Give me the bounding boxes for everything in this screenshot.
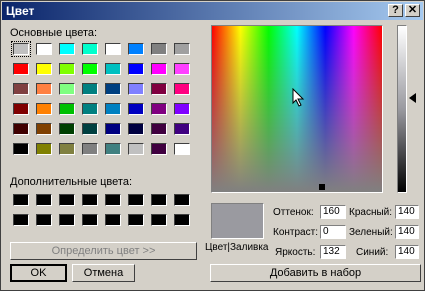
help-button[interactable]: ? [388,4,403,17]
basic-color-swatch[interactable] [128,83,144,95]
custom-color-swatch[interactable] [151,214,167,226]
title-bar: Цвет ? ✕ [2,2,423,20]
custom-color-swatch[interactable] [105,214,121,226]
basic-color-swatch[interactable] [105,43,121,55]
basic-color-swatch[interactable] [128,143,144,155]
color-spectrum[interactable] [211,25,383,193]
saturation-field[interactable]: 0 [320,225,346,239]
spectrum-saturation-gradient [212,26,382,192]
basic-color-swatch[interactable] [36,43,52,55]
custom-color-swatch[interactable] [128,194,144,206]
green-field[interactable]: 140 [395,225,419,239]
custom-color-swatch[interactable] [128,214,144,226]
custom-color-swatch[interactable] [13,194,29,206]
red-field[interactable]: 140 [395,205,419,219]
custom-color-swatch[interactable] [105,194,121,206]
basic-color-swatch[interactable] [82,103,98,115]
custom-color-swatch[interactable] [13,214,29,226]
luminance-slider[interactable] [397,25,407,193]
basic-colors-label: Основные цвета: [10,27,98,39]
basic-color-swatch[interactable] [105,103,121,115]
custom-color-swatch[interactable] [151,194,167,206]
basic-color-swatch[interactable] [174,43,190,55]
saturation-label: Контраст: [273,227,318,238]
basic-color-swatch[interactable] [174,143,190,155]
luminance-arrow-icon[interactable] [409,93,416,103]
red-label: Красный: [349,207,393,218]
luminance-field[interactable]: 132 [320,245,346,259]
basic-color-swatch[interactable] [59,123,75,135]
basic-color-swatch[interactable] [151,83,167,95]
custom-color-swatch[interactable] [59,214,75,226]
basic-color-swatch[interactable] [105,63,121,75]
basic-color-swatch[interactable] [128,123,144,135]
basic-color-swatch[interactable] [151,63,167,75]
basic-color-swatch[interactable] [128,63,144,75]
basic-color-swatch[interactable] [59,43,75,55]
color-preview [211,203,264,239]
basic-color-swatch[interactable] [36,63,52,75]
custom-color-swatch[interactable] [174,194,190,206]
basic-color-swatch[interactable] [174,83,190,95]
basic-color-swatch[interactable] [59,63,75,75]
basic-color-swatch[interactable] [128,103,144,115]
hue-field[interactable]: 160 [320,205,346,219]
color-dialog: Цвет ? ✕ Основные цвета: Дополнительные … [0,0,425,291]
close-button[interactable]: ✕ [405,4,420,17]
ok-button[interactable]: OK [10,264,67,282]
color-preview-fill [212,204,263,238]
green-label: Зеленый: [349,227,393,238]
basic-color-swatch[interactable] [13,123,29,135]
mouse-cursor-icon [292,88,305,107]
basic-color-swatch[interactable] [13,63,29,75]
luminance-label: Яркость: [275,247,316,258]
basic-color-swatch[interactable] [174,63,190,75]
basic-color-swatch[interactable] [36,103,52,115]
basic-color-swatch[interactable] [105,143,121,155]
basic-color-swatch[interactable] [82,143,98,155]
custom-colors-label: Дополнительные цвета: [10,176,132,188]
basic-color-swatch[interactable] [13,143,29,155]
basic-color-swatch[interactable] [105,123,121,135]
basic-color-swatch[interactable] [151,123,167,135]
basic-color-swatch[interactable] [82,83,98,95]
basic-color-swatch[interactable] [105,83,121,95]
custom-color-swatch[interactable] [36,214,52,226]
basic-color-swatch[interactable] [59,143,75,155]
basic-color-swatch[interactable] [82,43,98,55]
basic-color-swatch[interactable] [151,143,167,155]
basic-color-swatch[interactable] [82,123,98,135]
define-custom-colors-button[interactable]: Определить цвет >> [10,242,197,260]
basic-color-swatch[interactable] [151,103,167,115]
add-to-custom-colors-button[interactable]: Добавить в набор [210,264,421,282]
basic-color-swatch[interactable] [151,43,167,55]
basic-color-swatch[interactable] [36,83,52,95]
basic-color-swatch[interactable] [128,43,144,55]
spectrum-crosshair [319,184,325,190]
custom-color-swatch[interactable] [82,194,98,206]
basic-color-swatch[interactable] [36,123,52,135]
custom-color-swatch[interactable] [82,214,98,226]
hue-label: Оттенок: [273,207,314,218]
basic-color-swatch[interactable] [59,103,75,115]
basic-color-swatch[interactable] [36,143,52,155]
blue-label: Синий: [356,247,389,258]
custom-color-swatch[interactable] [59,194,75,206]
basic-color-swatch[interactable] [13,103,29,115]
basic-color-swatch[interactable] [11,41,31,57]
window-title: Цвет [6,4,35,18]
blue-field[interactable]: 140 [395,245,419,259]
custom-color-swatch[interactable] [36,194,52,206]
custom-color-swatch[interactable] [174,214,190,226]
cancel-button[interactable]: Отмена [72,264,135,282]
basic-color-swatch[interactable] [82,63,98,75]
basic-color-swatch[interactable] [13,83,29,95]
color-solid-label: Цвет|Заливка [205,242,269,253]
basic-color-swatch[interactable] [174,103,190,115]
basic-color-swatch[interactable] [59,83,75,95]
basic-color-swatch[interactable] [174,123,190,135]
